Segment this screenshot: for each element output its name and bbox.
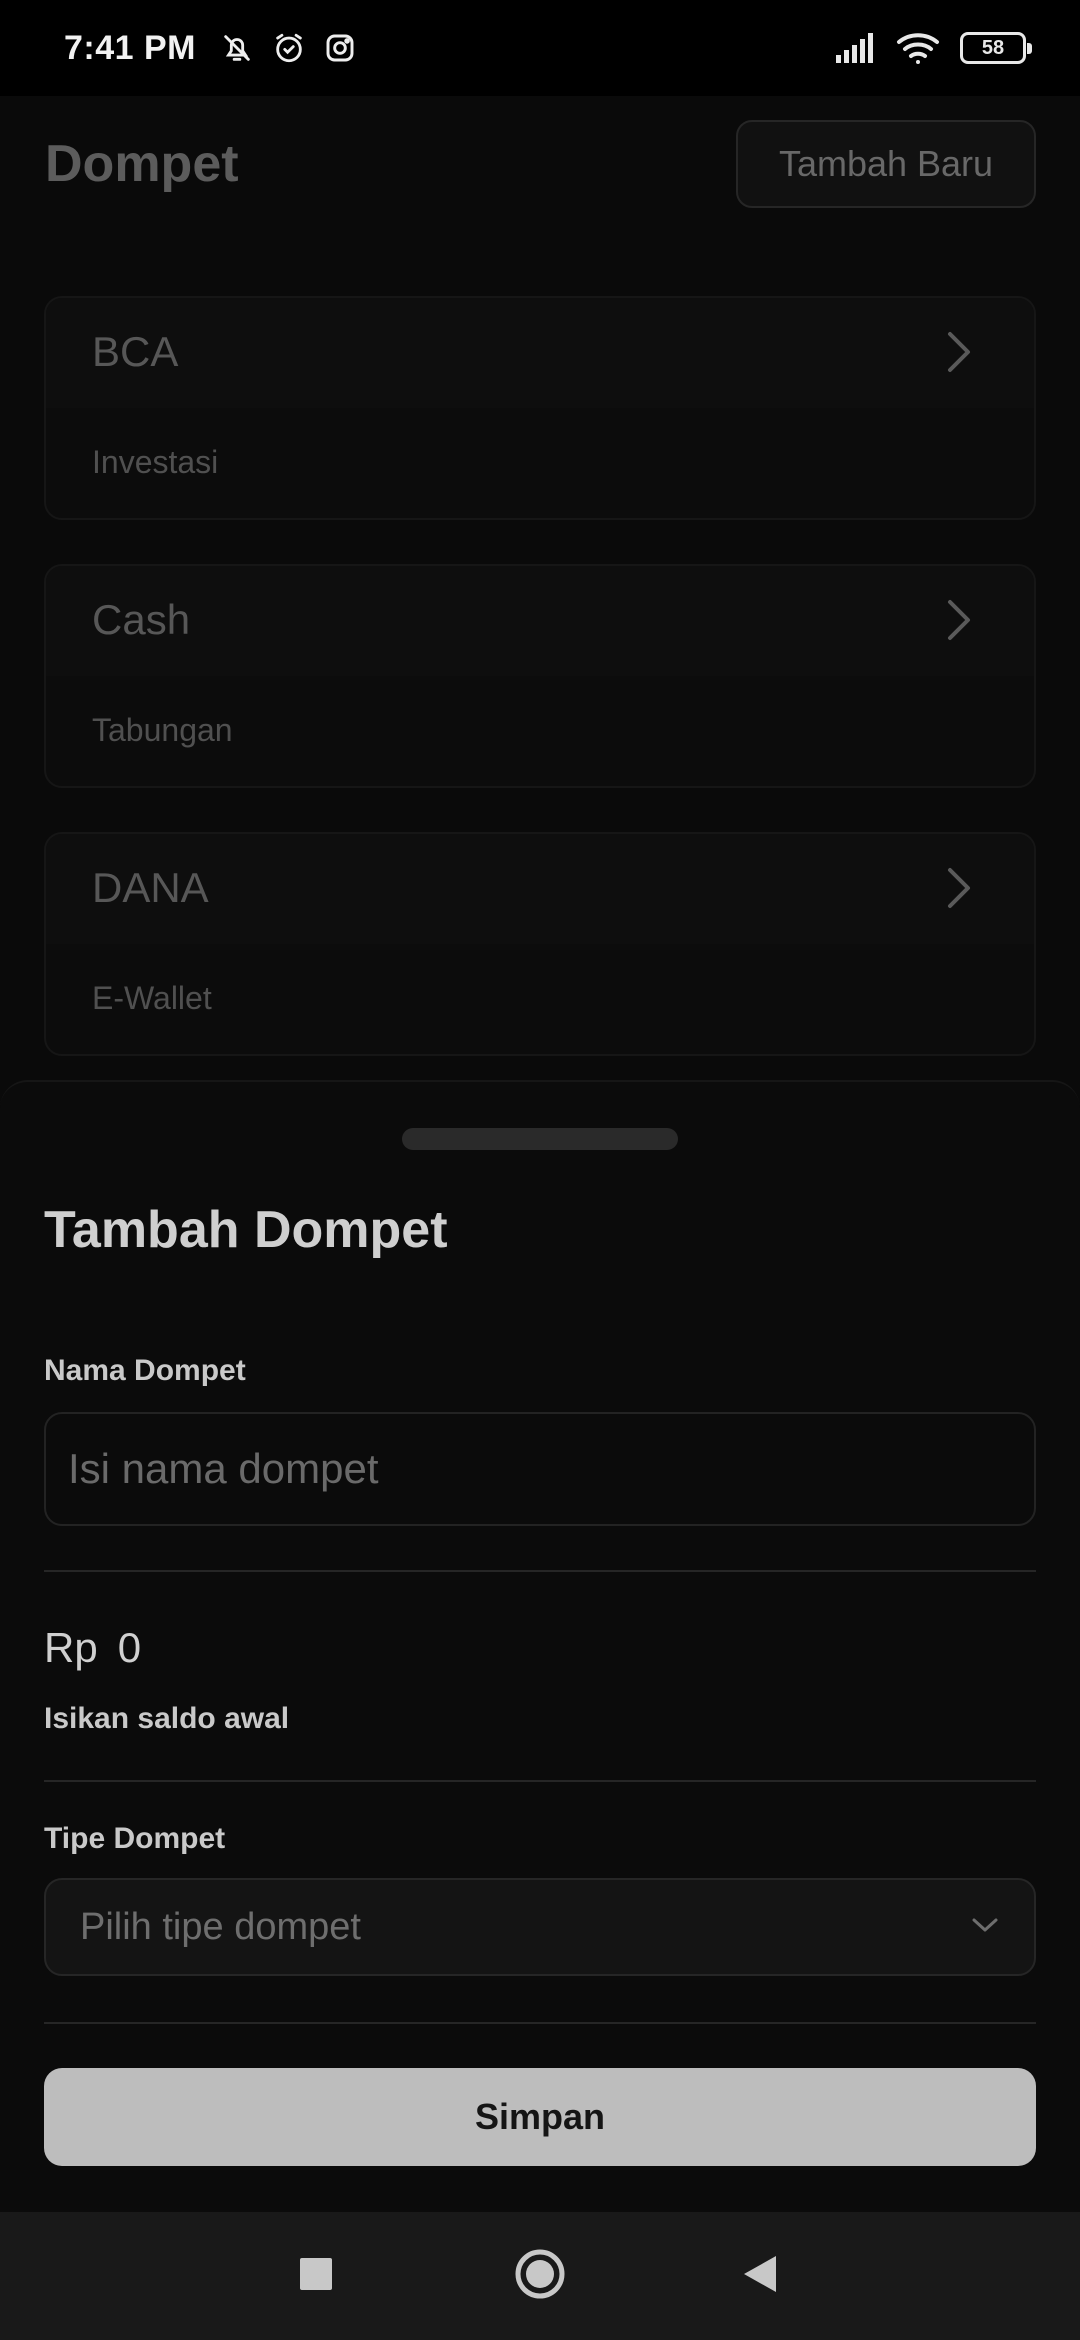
navigation-bar [0, 2212, 1080, 2340]
divider [44, 2022, 1036, 2024]
wallet-card-bca[interactable]: BCA Investasi [44, 296, 1036, 520]
wallet-card-cash[interactable]: Cash Tabungan [44, 564, 1036, 788]
chevron-right-icon [944, 330, 974, 379]
wallet-name-label: Nama Dompet [44, 1354, 246, 1387]
battery-level: 58 [981, 36, 1005, 59]
back-button[interactable] [680, 2212, 840, 2340]
wallet-name: BCA [92, 328, 179, 375]
home-button[interactable] [460, 2212, 620, 2340]
sheet-drag-handle[interactable] [402, 1128, 678, 1150]
wallet-card-dana[interactable]: DANA E-Wallet [44, 832, 1036, 1056]
balance-value: 0 [117, 1624, 142, 1671]
status-right: 58 [836, 31, 1032, 65]
instagram-icon [324, 32, 356, 64]
wallet-name-input[interactable] [44, 1412, 1036, 1526]
signal-icon [836, 33, 876, 63]
recents-square-icon [299, 2257, 333, 2296]
recents-button[interactable] [236, 2212, 396, 2340]
divider [44, 1780, 1036, 1782]
status-left: 7:41 PM [64, 29, 356, 68]
status-bar: 7:41 PM 58 [0, 0, 1080, 96]
back-triangle-icon [742, 2254, 778, 2299]
screen: 7:41 PM 58 Dompet Tambah Baru BCA Invest… [0, 0, 1080, 2340]
wallet-type-select[interactable]: Pilih tipe dompet [44, 1878, 1036, 1976]
wallet-type-placeholder: Pilih tipe dompet [80, 1905, 361, 1948]
wallet-type-label: Tipe Dompet [44, 1822, 226, 1855]
wallet-type: Investasi [92, 444, 219, 480]
currency-prefix: Rp [44, 1624, 98, 1671]
wallet-name: DANA [92, 864, 209, 911]
battery-icon: 58 [960, 32, 1032, 64]
balance-hint: Isikan saldo awal [44, 1702, 290, 1735]
chevron-down-icon [970, 1915, 1000, 1940]
sheet-title: Tambah Dompet [44, 1201, 448, 1259]
divider [44, 1570, 1036, 1572]
page-header: Dompet Tambah Baru [0, 96, 1080, 236]
chevron-right-icon [944, 598, 974, 647]
wallet-card-header: Cash [46, 566, 1034, 676]
balance-input[interactable]: Rp 0 [44, 1624, 141, 1672]
home-circle-icon [514, 2248, 566, 2305]
alarm-icon [272, 31, 306, 65]
wallet-type: Tabungan [92, 712, 233, 748]
chevron-right-icon [944, 866, 974, 915]
wallet-card-header: BCA [46, 298, 1034, 408]
wifi-icon [896, 31, 940, 65]
wallet-card-header: DANA [46, 834, 1034, 944]
wallet-name: Cash [92, 596, 191, 643]
save-button[interactable]: Simpan [44, 2068, 1036, 2166]
add-new-button[interactable]: Tambah Baru [736, 120, 1036, 208]
add-wallet-sheet: Tambah Dompet Nama Dompet Rp 0 Isikan sa… [0, 1080, 1080, 2212]
wallet-type: E-Wallet [92, 980, 212, 1016]
bell-off-icon [220, 31, 254, 65]
page-title: Dompet [45, 135, 239, 193]
status-time: 7:41 PM [64, 28, 196, 67]
